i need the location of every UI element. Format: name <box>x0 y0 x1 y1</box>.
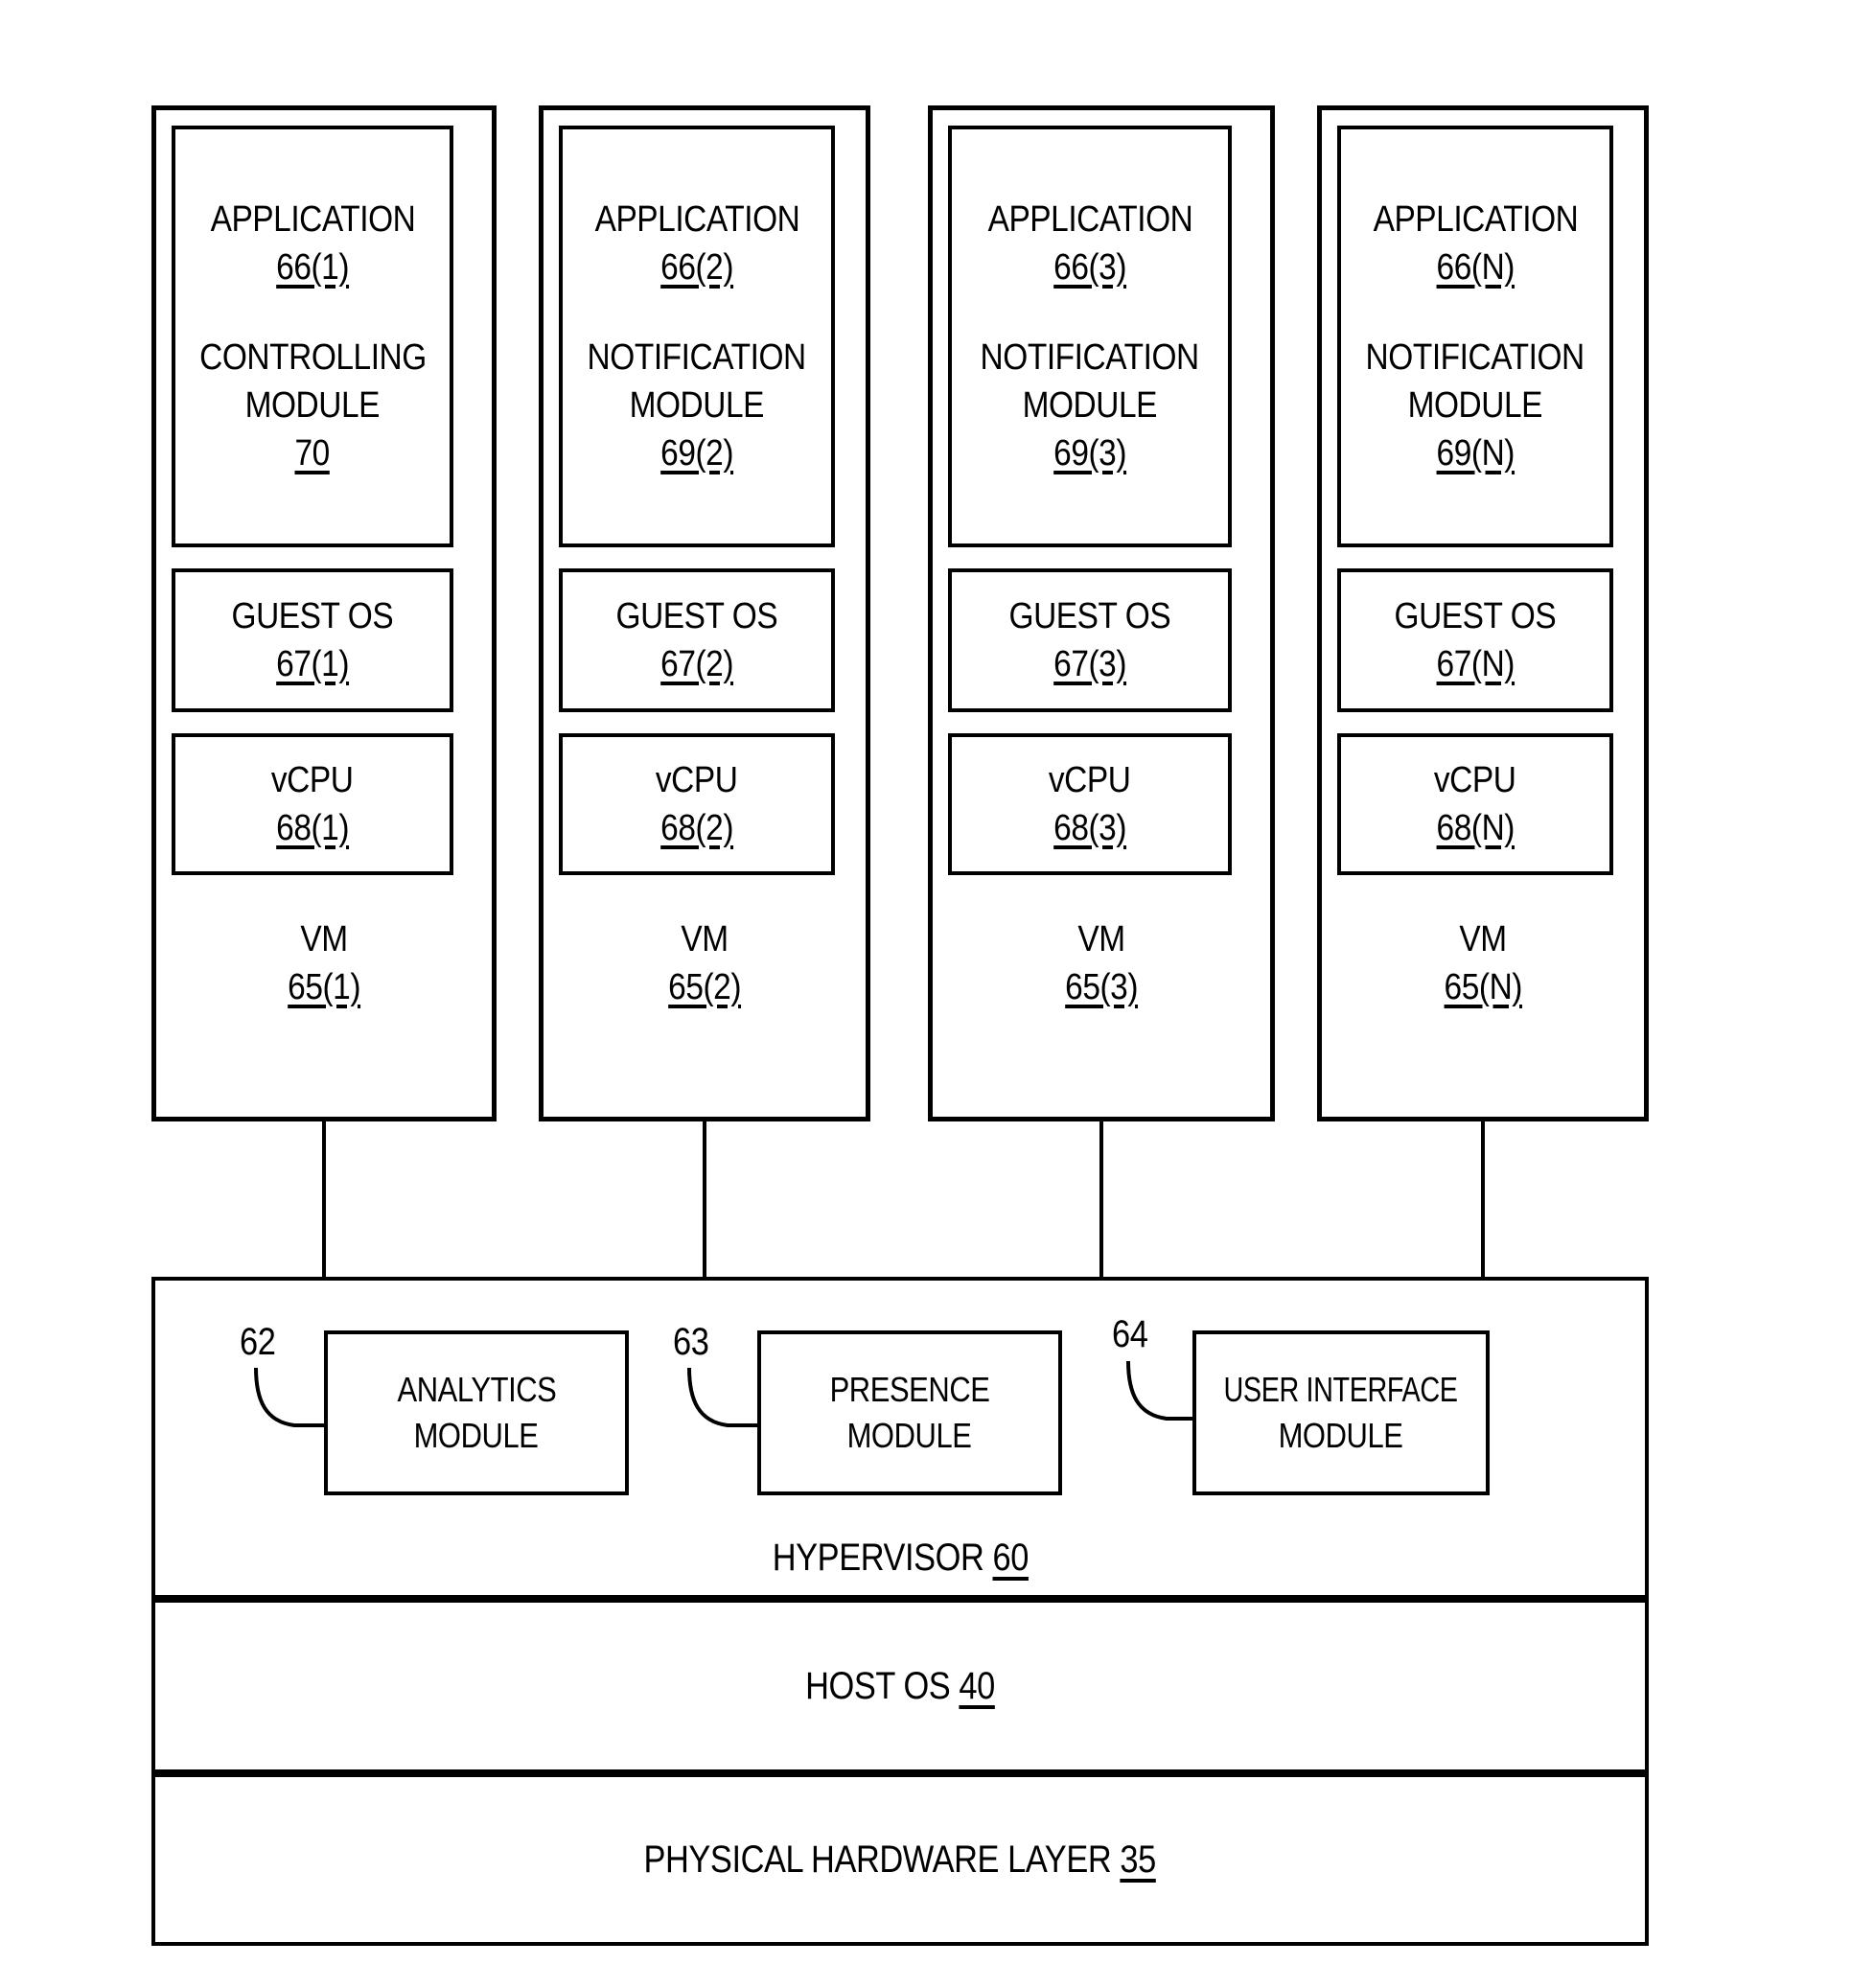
vm-ref: 65(2) <box>668 967 741 1007</box>
ref-number-64: 64 <box>1112 1313 1148 1355</box>
guest-os-label: GUEST OS <box>231 596 394 636</box>
hypervisor-caption-ref: 60 <box>992 1537 1029 1579</box>
guest-os-label: GUEST OS <box>1394 596 1557 636</box>
vcpu-box-3: vCPU 68(3) <box>948 733 1232 875</box>
vm-container-3: APPLICATION 66(3) NOTIFICATION MODULE 69… <box>928 105 1275 1121</box>
vcpu-box-n: vCPU 68(N) <box>1337 733 1613 875</box>
guest-os-ref: 67(3) <box>1053 644 1126 684</box>
vcpu-ref: 68(2) <box>660 808 733 848</box>
vcpu-label: vCPU <box>656 760 738 800</box>
vm-ref: 65(1) <box>288 967 360 1007</box>
application-ref: 66(N) <box>1436 247 1515 288</box>
vm-label: VM <box>1077 919 1125 959</box>
vm-ref: 65(N) <box>1444 967 1522 1007</box>
analytics-module-line2: MODULE <box>414 1416 539 1455</box>
vm-container-n: APPLICATION 66(N) NOTIFICATION MODULE 69… <box>1317 105 1649 1121</box>
presence-module-line2: MODULE <box>847 1416 972 1455</box>
module-label-line1: NOTIFICATION <box>587 337 807 378</box>
module-label-line2: MODULE <box>629 385 765 426</box>
application-box-2: APPLICATION 66(2) NOTIFICATION MODULE 69… <box>559 126 835 547</box>
application-box-1: APPLICATION 66(1) CONTROLLING MODULE 70 <box>172 126 453 547</box>
vm-caption-n: VM 65(N) <box>1322 915 1644 1011</box>
host-os-caption-text: HOST OS <box>805 1664 960 1707</box>
user-interface-module-line2: MODULE <box>1279 1416 1403 1455</box>
module-label-line1: CONTROLLING <box>198 337 427 378</box>
vm-label: VM <box>300 919 348 959</box>
guest-os-box-2: GUEST OS 67(2) <box>559 568 835 712</box>
vm-container-2: APPLICATION 66(2) NOTIFICATION MODULE 69… <box>539 105 870 1121</box>
physical-hardware-caption-ref: 35 <box>1120 1838 1157 1881</box>
vcpu-label: vCPU <box>1049 760 1131 800</box>
vcpu-ref: 68(3) <box>1053 808 1126 848</box>
analytics-module-box[interactable]: ANALYTICS MODULE <box>324 1330 629 1495</box>
application-box-3: APPLICATION 66(3) NOTIFICATION MODULE 69… <box>948 126 1232 547</box>
application-label: APPLICATION <box>987 199 1192 240</box>
module-label-line1: NOTIFICATION <box>1365 337 1585 378</box>
figure-canvas: APPLICATION 66(1) CONTROLLING MODULE 70 … <box>0 0 1874 1988</box>
vcpu-box-1: vCPU 68(1) <box>172 733 453 875</box>
user-interface-module-line1: USER INTERFACE <box>1223 1370 1459 1409</box>
leader-line-64 <box>1126 1360 1193 1421</box>
application-box-n: APPLICATION 66(N) NOTIFICATION MODULE 69… <box>1337 126 1613 547</box>
analytics-module-line1: ANALYTICS <box>397 1370 556 1409</box>
connector-vm3-hypervisor <box>1099 1121 1103 1281</box>
physical-hardware-caption: PHYSICAL HARDWARE LAYER 35 <box>643 1838 1157 1882</box>
vm-label: VM <box>681 919 729 959</box>
module-ref: 69(N) <box>1436 433 1515 474</box>
physical-hardware-caption-text: PHYSICAL HARDWARE LAYER <box>643 1838 1121 1881</box>
user-interface-module-box[interactable]: USER INTERFACE MODULE <box>1192 1330 1490 1495</box>
vcpu-label: vCPU <box>271 760 354 800</box>
vm-caption-1: VM 65(1) <box>156 915 492 1011</box>
leader-line-63 <box>687 1367 757 1427</box>
guest-os-ref: 67(N) <box>1436 644 1515 684</box>
application-ref: 66(3) <box>1053 247 1126 288</box>
module-ref: 69(3) <box>1053 433 1126 474</box>
presence-module-line1: PRESENCE <box>829 1370 990 1409</box>
connector-vmn-hypervisor <box>1481 1121 1485 1281</box>
vm-caption-3: VM 65(3) <box>933 915 1270 1011</box>
hypervisor-caption-text: HYPERVISOR <box>772 1537 993 1579</box>
vcpu-box-2: vCPU 68(2) <box>559 733 835 875</box>
vm-caption-2: VM 65(2) <box>544 915 866 1011</box>
application-label: APPLICATION <box>1373 199 1578 240</box>
application-ref: 66(2) <box>660 247 733 288</box>
vm-container-1: APPLICATION 66(1) CONTROLLING MODULE 70 … <box>151 105 497 1121</box>
module-label-line1: NOTIFICATION <box>980 337 1200 378</box>
vm-label: VM <box>1459 919 1507 959</box>
module-label-line2: MODULE <box>244 385 381 426</box>
leader-line-62 <box>254 1367 324 1427</box>
module-ref: 69(2) <box>660 433 733 474</box>
vcpu-ref: 68(N) <box>1436 808 1515 848</box>
presence-module-box[interactable]: PRESENCE MODULE <box>757 1330 1062 1495</box>
host-os-caption: HOST OS 40 <box>805 1665 995 1708</box>
guest-os-label: GUEST OS <box>615 596 778 636</box>
connector-vm2-hypervisor <box>703 1121 706 1281</box>
connector-vm1-hypervisor <box>322 1121 326 1281</box>
ref-number-63: 63 <box>673 1321 709 1363</box>
module-ref: 70 <box>294 433 331 474</box>
physical-hardware-layer: PHYSICAL HARDWARE LAYER 35 <box>151 1773 1649 1946</box>
hypervisor-caption: HYPERVISOR 60 <box>772 1537 1029 1580</box>
application-label: APPLICATION <box>594 199 799 240</box>
guest-os-box-n: GUEST OS 67(N) <box>1337 568 1613 712</box>
vcpu-ref: 68(1) <box>276 808 349 848</box>
host-os-layer: HOST OS 40 <box>151 1599 1649 1773</box>
vm-ref: 65(3) <box>1065 967 1138 1007</box>
guest-os-box-3: GUEST OS 67(3) <box>948 568 1232 712</box>
module-label-line2: MODULE <box>1022 385 1158 426</box>
guest-os-ref: 67(2) <box>660 644 733 684</box>
guest-os-ref: 67(1) <box>276 644 349 684</box>
guest-os-box-1: GUEST OS 67(1) <box>172 568 453 712</box>
module-label-line2: MODULE <box>1407 385 1543 426</box>
guest-os-label: GUEST OS <box>1008 596 1171 636</box>
ref-number-62: 62 <box>240 1321 276 1363</box>
application-label: APPLICATION <box>210 199 415 240</box>
host-os-caption-ref: 40 <box>959 1664 995 1707</box>
vcpu-label: vCPU <box>1434 760 1516 800</box>
application-ref: 66(1) <box>276 247 349 288</box>
